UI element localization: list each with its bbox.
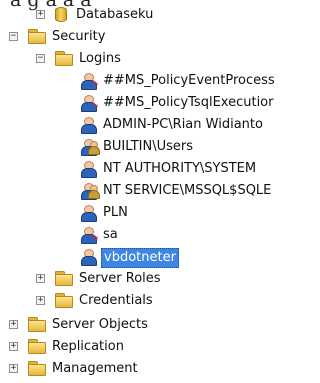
expand-toggle[interactable]: +	[9, 342, 18, 351]
tree-node-replication[interactable]: + Replication	[0, 336, 270, 358]
object-explorer-tree: + Databaseku − Security − Logins ↘ ##MS_…	[0, 0, 275, 383]
expand-toggle[interactable]: +	[36, 274, 45, 283]
login-disabled-icon: ↘	[80, 73, 99, 90]
tree-node-label: Server Objects	[52, 317, 148, 332]
login-label: ##MS_PolicyEventProcess	[103, 73, 275, 88]
tree-node-label: Credentials	[79, 293, 153, 308]
login-group-icon	[80, 139, 100, 156]
login-user-icon	[80, 117, 98, 134]
login-item[interactable]: ADMIN-PC\Rian Widianto	[0, 114, 270, 136]
folder-icon	[28, 29, 46, 44]
login-label: ##MS_PolicyTsqlExecutior	[103, 95, 274, 110]
expand-toggle[interactable]: +	[9, 364, 18, 373]
tree-node-server-roles[interactable]: + Server Roles	[0, 268, 270, 290]
folder-icon	[28, 317, 46, 332]
login-label: PLN	[103, 205, 128, 220]
database-icon	[55, 7, 67, 22]
expand-toggle[interactable]: +	[36, 296, 45, 305]
login-label: NT AUTHORITY\SYSTEM	[103, 161, 257, 176]
tree-node-label: Management	[52, 361, 138, 376]
login-item[interactable]: ↘ sa	[0, 224, 270, 246]
folder-icon	[55, 51, 73, 66]
login-user-icon	[80, 205, 98, 222]
expand-toggle[interactable]: +	[9, 320, 18, 329]
expand-toggle[interactable]: +	[36, 10, 45, 19]
tree-node-security[interactable]: − Security	[0, 26, 270, 48]
tree-node-credentials[interactable]: + Credentials	[0, 290, 270, 312]
folder-icon	[55, 271, 73, 286]
login-item[interactable]: PLN	[0, 202, 270, 224]
login-label: vbdotneter	[101, 248, 179, 268]
tree-node-management[interactable]: + Management	[0, 358, 270, 380]
tree-node-label: Replication	[52, 339, 124, 354]
login-group-icon	[80, 183, 100, 200]
tree-node-label: Security	[52, 29, 106, 44]
login-item[interactable]: ↘ ##MS_PolicyEventProcess	[0, 70, 275, 92]
collapse-toggle[interactable]: −	[9, 32, 18, 41]
folder-icon	[28, 361, 46, 376]
login-item[interactable]: NT AUTHORITY\SYSTEM	[0, 158, 270, 180]
login-item[interactable]: NT SERVICE\MSSQL$SQLE	[0, 180, 272, 202]
login-disabled-icon: ↘	[80, 227, 99, 244]
login-user-icon	[80, 161, 98, 178]
tree-node-label: Logins	[79, 51, 121, 66]
tree-node-databaseku[interactable]: + Databaseku	[0, 4, 270, 26]
login-disabled-icon: ↘	[80, 95, 99, 112]
login-item-selected[interactable]: vbdotneter	[0, 246, 270, 268]
login-label: sa	[103, 227, 118, 242]
login-label: NT SERVICE\MSSQL$SQLE	[103, 183, 272, 198]
login-label: BUILTIN\Users	[103, 139, 194, 154]
login-item[interactable]: ↘ ##MS_PolicyTsqlExecutior	[0, 92, 274, 114]
login-label: ADMIN-PC\Rian Widianto	[103, 117, 263, 132]
tree-node-label: Databaseku	[76, 7, 154, 22]
folder-icon	[55, 293, 73, 308]
tree-node-server-objects[interactable]: + Server Objects	[0, 314, 270, 336]
tree-node-logins[interactable]: − Logins	[0, 48, 270, 70]
tree-node-label: Server Roles	[79, 271, 161, 286]
login-user-icon	[80, 249, 98, 266]
login-item[interactable]: BUILTIN\Users	[0, 136, 270, 158]
collapse-toggle[interactable]: −	[36, 54, 45, 63]
folder-icon	[28, 339, 46, 354]
